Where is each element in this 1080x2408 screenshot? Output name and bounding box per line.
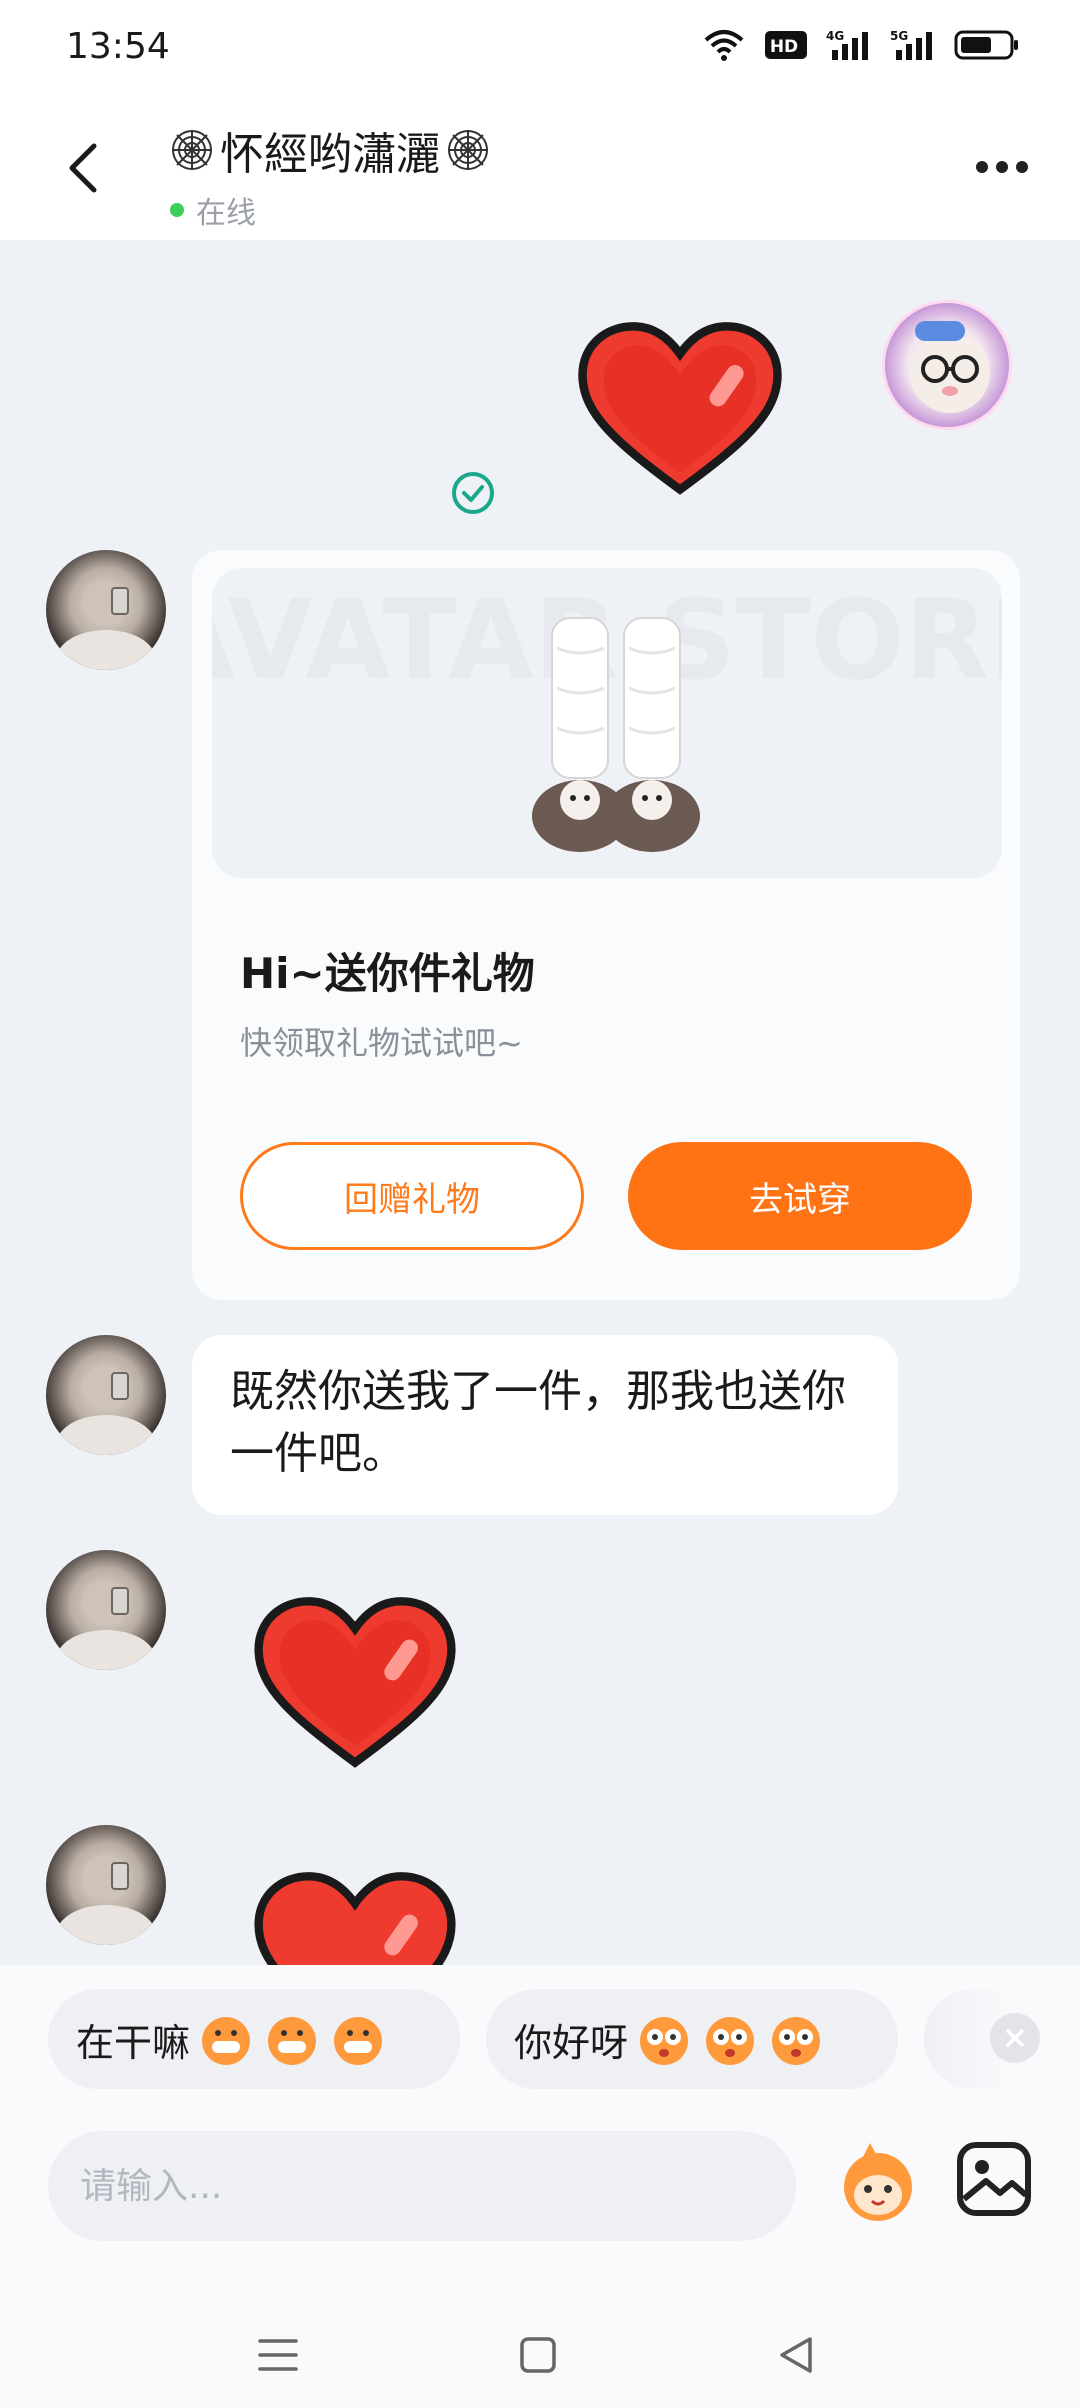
close-quick-replies-button[interactable] — [990, 2013, 1040, 2063]
menu-icon — [258, 2339, 298, 2371]
more-dot-icon — [1016, 161, 1028, 173]
message-input[interactable] — [78, 2164, 766, 2208]
wifi-icon — [702, 28, 746, 62]
svg-text:5G: 5G — [890, 29, 908, 43]
quick-reply-label: 在干嘛 — [76, 2020, 191, 2065]
grin-emoji-icon — [334, 2017, 383, 2065]
gift-title: Hi~送你件礼物 — [240, 949, 535, 998]
contact-photo-image — [56, 580, 156, 670]
svg-text:4G: 4G — [826, 29, 844, 43]
gift-image[interactable]: AVATAR STORE — [212, 568, 1002, 878]
surprised-emoji-icon — [640, 2017, 689, 2065]
svg-text:HD: HD — [770, 37, 798, 57]
contact-photo-image — [56, 1365, 156, 1455]
gift-subtitle: 快领取礼物试试吧~ — [240, 1024, 523, 1062]
contact-photo-image — [56, 1855, 156, 1945]
more-options-button[interactable] — [964, 142, 1040, 192]
online-status: 在线 — [170, 188, 490, 232]
signal-5g-icon: 5G — [890, 28, 936, 62]
online-status-text: 在线 — [196, 196, 256, 231]
quick-replies: 在干嘛 你好呀 — [0, 1989, 1080, 2089]
mascot-sticker-button[interactable] — [830, 2135, 926, 2231]
bottom-panel: 在干嘛 你好呀 — [0, 1965, 1080, 2408]
system-nav-bar — [0, 2315, 1080, 2408]
read-check-icon — [452, 472, 494, 514]
back-triangle-icon — [780, 2337, 812, 2373]
status-icons: HD 4G 5G — [702, 28, 1020, 62]
cat-avatar-image — [910, 321, 990, 413]
more-dot-icon — [976, 161, 988, 173]
back-arrow-icon — [69, 143, 97, 193]
battery-icon — [954, 28, 1020, 62]
contact-avatar[interactable] — [46, 1550, 166, 1670]
contact-info[interactable]: 怀經哟瀟灑 在线 — [170, 118, 490, 232]
contact-name: 怀經哟瀟灑 — [170, 118, 490, 182]
back-nav-button[interactable] — [766, 2325, 826, 2385]
return-gift-button[interactable]: 回赠礼物 — [240, 1142, 584, 1250]
chat-messages[interactable]: AVATAR STORE Hi~送你件礼物 快领取礼物试试吧~ 回赠礼物 去试穿 — [0, 240, 1080, 1965]
heart-sticker[interactable] — [250, 1595, 460, 1771]
gift-socks-image: AVATAR STORE — [212, 576, 1002, 852]
contact-photo-image — [56, 1580, 156, 1670]
online-dot-icon — [170, 203, 184, 217]
message-input-wrap[interactable] — [48, 2131, 796, 2241]
spiderweb-icon — [172, 130, 212, 170]
status-time: 13:54 — [66, 26, 170, 67]
grin-emoji-icon — [268, 2017, 317, 2065]
back-button[interactable] — [48, 132, 120, 204]
grin-emoji-icon — [202, 2017, 251, 2065]
heart-sticker[interactable] — [574, 320, 786, 498]
quick-reply-label: 你好呀 — [514, 2020, 629, 2065]
hd-icon: HD — [764, 28, 808, 62]
contact-avatar[interactable] — [46, 550, 166, 670]
home-nav-button[interactable] — [508, 2325, 568, 2385]
close-icon — [1006, 2029, 1024, 2047]
try-on-button[interactable]: 去试穿 — [628, 1142, 972, 1250]
surprised-emoji-icon — [772, 2017, 821, 2065]
heart-sticker[interactable] — [250, 1870, 460, 1965]
contact-avatar[interactable] — [46, 1335, 166, 1455]
signal-4g-icon: 4G — [826, 28, 872, 62]
surprised-emoji-icon — [706, 2017, 755, 2065]
menu-nav-button[interactable] — [248, 2325, 308, 2385]
more-dot-icon — [996, 161, 1008, 173]
status-bar: 13:54 HD 4G 5G — [0, 0, 1080, 96]
home-square-icon — [520, 2337, 556, 2373]
spiderweb-icon — [448, 130, 488, 170]
contact-avatar[interactable] — [46, 1825, 166, 1945]
gift-card[interactable]: AVATAR STORE Hi~送你件礼物 快领取礼物试试吧~ 回赠礼物 去试穿 — [192, 550, 1020, 1300]
contact-name-text: 怀經哟瀟灑 — [220, 129, 440, 180]
chat-header: 怀經哟瀟灑 在线 — [0, 96, 1080, 240]
image-picker-icon[interactable] — [952, 2137, 1036, 2221]
my-avatar[interactable] — [882, 300, 1012, 430]
quick-reply-chip[interactable]: 你好呀 — [486, 1989, 898, 2089]
text-message-bubble[interactable]: 既然你送我了一件，那我也送你一件吧。 — [192, 1335, 898, 1515]
quick-reply-chip[interactable]: 在干嘛 — [48, 1989, 460, 2089]
